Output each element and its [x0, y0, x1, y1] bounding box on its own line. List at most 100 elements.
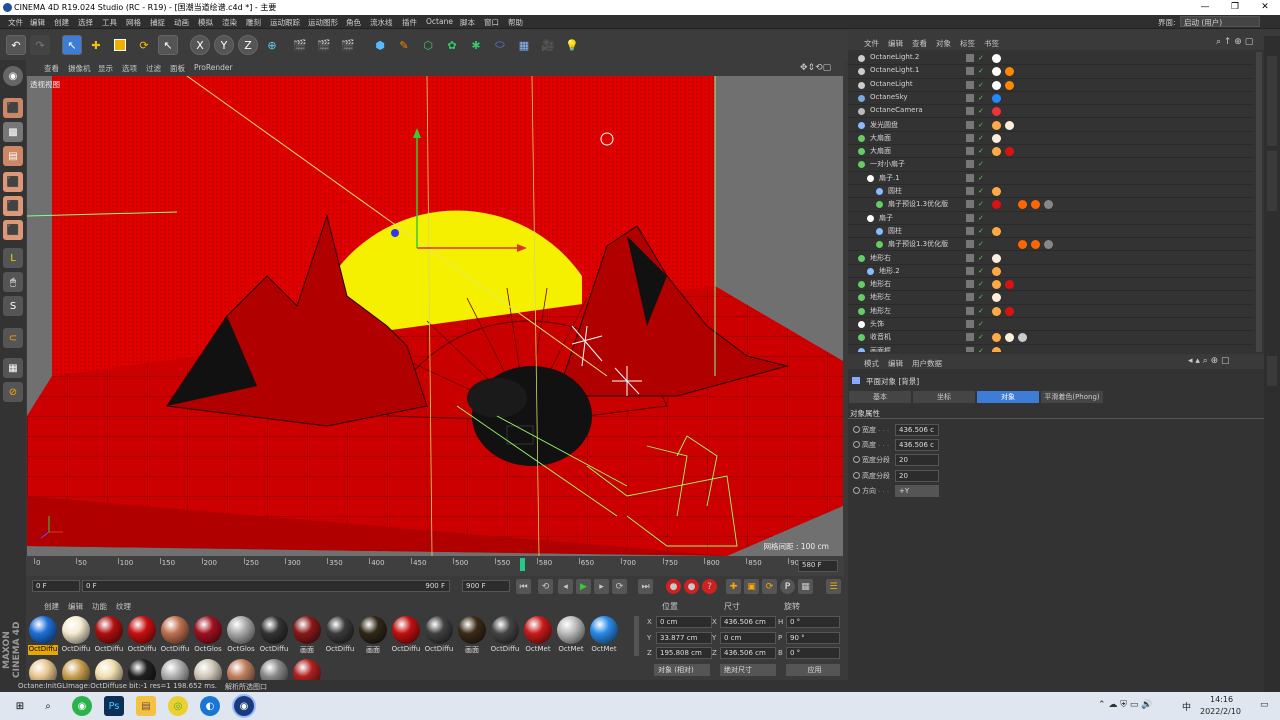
- position-field[interactable]: 0 cm: [656, 616, 712, 628]
- points-mode-icon[interactable]: ⬛: [3, 172, 23, 192]
- go-to-end-icon[interactable]: ⏭: [638, 579, 653, 594]
- key-scale-icon[interactable]: ▣: [744, 579, 759, 594]
- object-row[interactable]: 地形左 ✓: [848, 305, 1254, 318]
- workplane-icon[interactable]: ▤: [3, 146, 23, 166]
- vp-menu-options[interactable]: 选项: [122, 63, 137, 74]
- object-row[interactable]: 地形左 ✓: [848, 291, 1254, 305]
- material-swatch[interactable]: OctDiffu: [28, 616, 58, 656]
- object-tag-icon[interactable]: [1005, 120, 1014, 130]
- object-tag-icon[interactable]: [992, 226, 1001, 236]
- object-row[interactable]: OctaneLight.2 ✓: [848, 52, 1254, 66]
- tab-object[interactable]: 对象: [977, 391, 1039, 403]
- menu-plugins[interactable]: 插件: [402, 17, 417, 28]
- object-tag-icon[interactable]: [1005, 333, 1014, 343]
- render-settings-icon[interactable]: 🎬: [338, 35, 358, 55]
- visibility-toggle-icon[interactable]: [966, 93, 974, 102]
- object-row[interactable]: 地形右 ✓: [848, 252, 1254, 265]
- object-tag-icon[interactable]: [992, 93, 1001, 103]
- enable-check-icon[interactable]: ✓: [978, 200, 986, 208]
- mat-menu-edit[interactable]: 编辑: [68, 601, 83, 612]
- material-swatch[interactable]: 画面: [457, 616, 487, 656]
- vp-menu-panel[interactable]: 面板: [170, 63, 185, 74]
- menu-help[interactable]: 帮助: [508, 17, 523, 28]
- frame-range-slider[interactable]: 0 F 900 F: [82, 580, 450, 592]
- enable-check-icon[interactable]: ✓: [978, 214, 986, 222]
- object-row[interactable]: OctaneLight ✓: [848, 79, 1254, 92]
- object-tag-icon[interactable]: [992, 266, 1001, 276]
- position-field[interactable]: 195.808 cm: [656, 647, 712, 659]
- windows-start-icon[interactable]: ⊞: [10, 696, 30, 716]
- object-row[interactable]: 圆柱 ✓: [848, 185, 1254, 199]
- visibility-toggle-icon[interactable]: [966, 54, 974, 62]
- select-tool-icon[interactable]: ↖: [62, 35, 82, 55]
- maximize-button[interactable]: ❐: [1220, 0, 1250, 15]
- polygons-mode-icon[interactable]: ⬛: [3, 220, 23, 240]
- object-row[interactable]: 扇子预设1.3优化版 ✓: [848, 238, 1254, 252]
- texture-mode-icon[interactable]: ▩: [3, 122, 23, 142]
- visibility-toggle-icon[interactable]: [966, 280, 974, 289]
- snap-icon[interactable]: S: [3, 296, 23, 316]
- material-swatch[interactable]: [193, 659, 223, 687]
- material-swatch[interactable]: OctMet: [523, 616, 553, 656]
- render-view-icon[interactable]: 🎬: [290, 35, 310, 55]
- enable-check-icon[interactable]: ✓: [978, 307, 986, 315]
- size-mode-dropdown[interactable]: 绝对尺寸: [720, 664, 776, 676]
- object-row[interactable]: 头饰 ✓: [848, 318, 1254, 332]
- mat-menu-create[interactable]: 创建: [44, 601, 59, 612]
- visibility-toggle-icon[interactable]: [966, 253, 974, 262]
- file-explorer-icon[interactable]: ▤: [136, 696, 156, 716]
- floor-icon[interactable]: ▦: [514, 35, 534, 55]
- visibility-toggle-icon[interactable]: [966, 200, 974, 209]
- material-swatch[interactable]: OctDiffu: [94, 616, 124, 656]
- rotation-field[interactable]: 90 °: [786, 631, 840, 644]
- photoshop-icon[interactable]: Ps: [104, 696, 124, 716]
- make-editable-icon[interactable]: ◉: [3, 66, 23, 86]
- object-tag-icon[interactable]: [1005, 67, 1014, 77]
- visibility-toggle-icon[interactable]: [966, 293, 974, 302]
- object-tag-icon[interactable]: [992, 280, 1001, 290]
- attr-prop-field[interactable]: 436.506 c: [895, 439, 939, 452]
- tab-basic[interactable]: 基本: [849, 391, 911, 403]
- attr-prop-field[interactable]: +Y: [895, 484, 939, 497]
- material-swatch[interactable]: OctDiffu: [424, 616, 454, 656]
- object-tag-icon[interactable]: [992, 133, 1001, 143]
- vp-menu-camera[interactable]: 摄像机: [68, 63, 91, 74]
- key-pla-icon[interactable]: ▦: [798, 579, 813, 594]
- material-swatch[interactable]: OctMet: [589, 616, 619, 656]
- pen-icon[interactable]: ✎: [394, 35, 414, 55]
- rotation-field[interactable]: 0 °: [786, 616, 840, 628]
- menu-mograph[interactable]: 运动图形: [308, 17, 338, 28]
- magnet-icon[interactable]: ⊂: [3, 328, 23, 348]
- enable-check-icon[interactable]: ✓: [978, 174, 986, 182]
- side-tab-content[interactable]: [1267, 151, 1277, 211]
- tweak-icon[interactable]: 🖱: [3, 272, 23, 292]
- visibility-toggle-icon[interactable]: [966, 80, 974, 89]
- attr-menu-mode[interactable]: 模式: [864, 358, 879, 369]
- menu-mesh[interactable]: 网格: [126, 17, 141, 28]
- app-icon[interactable]: ◐: [200, 696, 220, 716]
- animate-param-icon[interactable]: [853, 426, 860, 433]
- menu-edit[interactable]: 编辑: [30, 17, 45, 28]
- close-button[interactable]: ✕: [1250, 0, 1280, 15]
- enable-check-icon[interactable]: ✓: [978, 81, 986, 89]
- browser-icon[interactable]: ◎: [168, 696, 188, 716]
- viewport-nav-icons[interactable]: ✥⇕⟲▢: [800, 63, 831, 73]
- obj-menu-bookmarks[interactable]: 书签: [984, 38, 999, 49]
- material-swatch[interactable]: OctMet: [556, 616, 586, 656]
- object-row[interactable]: 大扇面 ✓: [848, 145, 1254, 159]
- object-row[interactable]: 画面框 ✓: [848, 345, 1254, 352]
- undo-icon[interactable]: ↶: [6, 35, 26, 55]
- tray-icons[interactable]: ⌃ ☁ ⛨ ▭ 🔊: [1098, 700, 1152, 710]
- object-tag-icon[interactable]: [1005, 200, 1014, 210]
- enable-check-icon[interactable]: ✓: [978, 293, 986, 301]
- enable-check-icon[interactable]: ✓: [978, 240, 986, 248]
- key-position-icon[interactable]: ✚: [726, 579, 741, 594]
- menu-script[interactable]: 脚本: [460, 17, 475, 28]
- animate-param-icon[interactable]: [853, 471, 860, 479]
- size-field[interactable]: 0 cm: [720, 631, 776, 644]
- object-tag-icon[interactable]: [1005, 187, 1014, 196]
- tab-phong[interactable]: 平滑着色(Phong): [1041, 391, 1103, 403]
- rotation-field[interactable]: 0 °: [786, 647, 840, 659]
- enable-check-icon[interactable]: ✓: [978, 54, 986, 62]
- enable-check-icon[interactable]: ✓: [978, 160, 986, 168]
